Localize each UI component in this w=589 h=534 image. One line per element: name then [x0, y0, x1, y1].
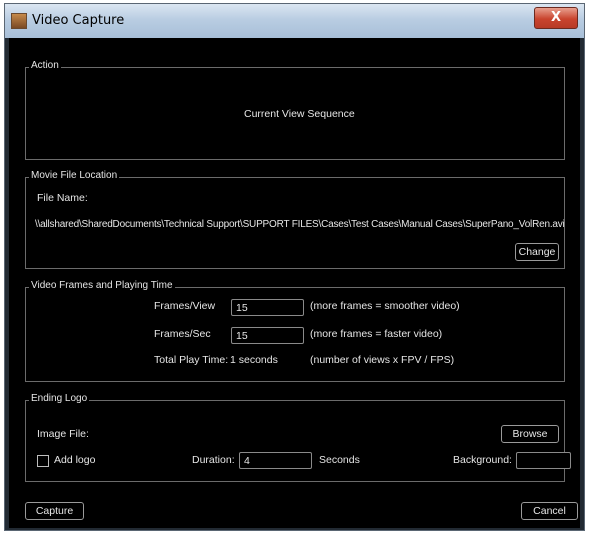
- total-play-time-label: Total Play Time:: [154, 354, 229, 366]
- video-frames-group: Video Frames and Playing Time Frames/Vie…: [25, 280, 565, 382]
- window-title: Video Capture: [32, 13, 125, 28]
- video-capture-window: Video Capture X Action Current View Sequ…: [4, 3, 585, 531]
- action-legend: Action: [29, 60, 61, 71]
- frames-per-sec-label: Frames/Sec: [154, 328, 211, 340]
- movie-file-location-group: Movie File Location File Name: \\allshar…: [25, 170, 565, 269]
- file-name-label: File Name:: [37, 192, 88, 204]
- action-text: Current View Sequence: [244, 108, 355, 120]
- cancel-button[interactable]: Cancel: [521, 502, 578, 520]
- movie-legend: Movie File Location: [29, 170, 120, 181]
- background-color-swatch[interactable]: [516, 452, 571, 469]
- logo-legend: Ending Logo: [29, 393, 90, 404]
- close-icon: X: [550, 10, 562, 25]
- duration-label: Duration:: [192, 454, 235, 466]
- add-logo-label: Add logo: [54, 454, 96, 466]
- dialog-body: Action Current View Sequence Movie File …: [9, 38, 580, 528]
- close-button[interactable]: X: [534, 7, 578, 29]
- background-label: Background:: [453, 454, 512, 466]
- change-button[interactable]: Change: [515, 243, 559, 261]
- frames-per-view-hint: (more frames = smoother video): [310, 300, 460, 312]
- frames-per-sec-input[interactable]: [231, 327, 304, 344]
- browse-button[interactable]: Browse: [501, 425, 559, 443]
- duration-input[interactable]: [239, 452, 312, 469]
- add-logo-checkbox[interactable]: [37, 455, 49, 467]
- frames-per-sec-hint: (more frames = faster video): [310, 328, 443, 340]
- action-group: Action Current View Sequence: [25, 60, 565, 160]
- app-icon: [11, 13, 27, 29]
- frames-per-view-input[interactable]: [231, 299, 304, 316]
- seconds-label: Seconds: [319, 454, 360, 466]
- ending-logo-group: Ending Logo Image File: Browse Add logo …: [25, 393, 571, 482]
- capture-button[interactable]: Capture: [25, 502, 84, 520]
- title-bar[interactable]: Video Capture X: [5, 4, 584, 38]
- image-file-label: Image File:: [37, 428, 89, 440]
- total-play-time-value: 1 seconds: [230, 354, 278, 366]
- file-path-text: \\allshared\SharedDocuments\Technical Su…: [35, 219, 565, 230]
- frames-legend: Video Frames and Playing Time: [29, 280, 175, 291]
- frames-per-view-label: Frames/View: [154, 300, 216, 312]
- total-play-time-hint: (number of views x FPV / FPS): [310, 354, 455, 366]
